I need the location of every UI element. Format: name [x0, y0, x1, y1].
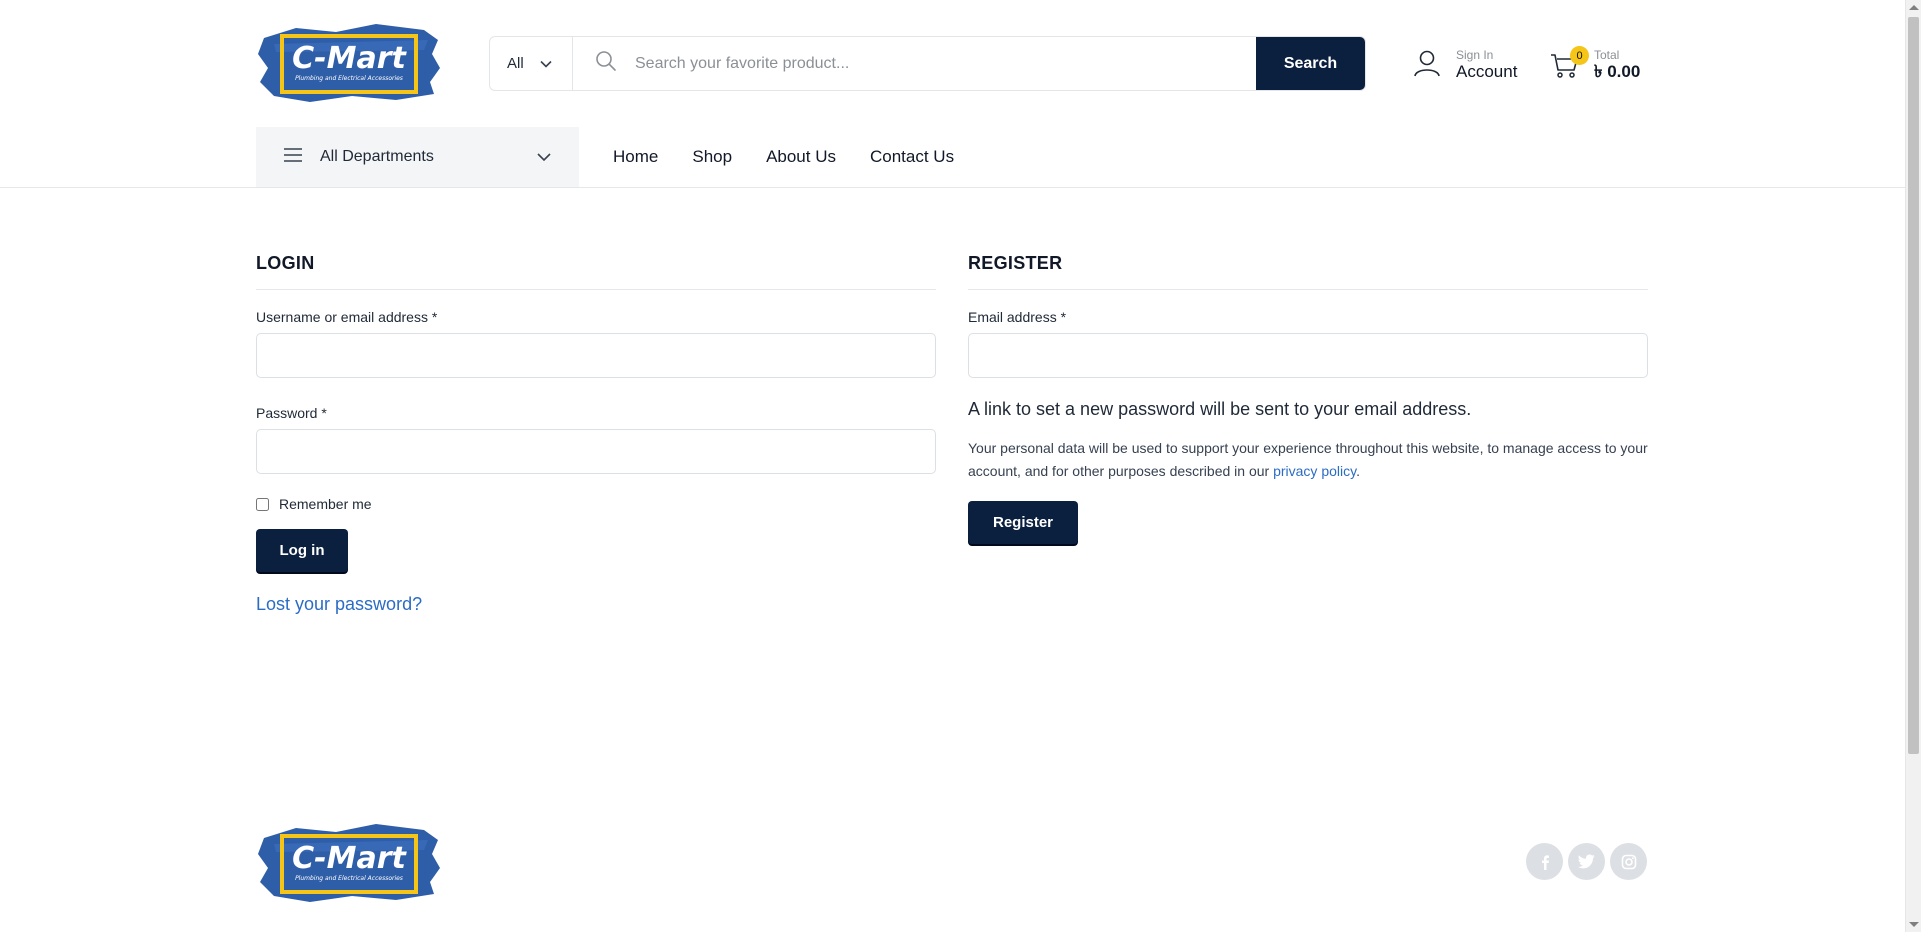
header: C-Mart Plumbing and Electrical Accessori… [256, 20, 1647, 120]
cart-total-value: ৳ 0.00 [1594, 62, 1641, 82]
nav-home[interactable]: Home [613, 147, 658, 167]
nav-row: All Departments Home Shop About Us Conta… [256, 127, 1647, 187]
login-title: LOGIN [256, 253, 936, 290]
account-link[interactable]: Sign In Account [1412, 45, 1532, 85]
search-input[interactable] [635, 54, 1256, 73]
privacy-policy-link[interactable]: privacy policy [1273, 463, 1356, 479]
all-departments-label: All Departments [320, 148, 434, 165]
footer-logo-tagline: Plumbing and Electrical Accessories [295, 875, 403, 882]
main-nav: Home Shop About Us Contact Us [613, 127, 954, 187]
account-label: Account [1456, 62, 1518, 82]
header-divider [0, 187, 1905, 188]
cart-total-label: Total [1594, 47, 1620, 62]
login-form: LOGIN Username or email address * Passwo… [256, 253, 936, 615]
password-label: Password * [256, 405, 327, 421]
privacy-notice-end: . [1356, 463, 1360, 479]
remember-me-checkbox[interactable] [256, 497, 269, 511]
cart-link[interactable]: 0 Total ৳ 0.00 [1550, 45, 1647, 85]
cart-icon-wrap: 0 [1550, 46, 1589, 80]
footer-logo-wordmark: C-Mart [292, 841, 407, 876]
email-label: Email address * [968, 309, 1067, 325]
page: C-Mart Plumbing and Electrical Accessori… [0, 0, 1905, 932]
instagram-icon[interactable] [1610, 843, 1647, 880]
facebook-icon[interactable] [1526, 843, 1563, 880]
register-title: REGISTER [968, 253, 1648, 290]
username-field[interactable] [256, 333, 936, 378]
register-form: REGISTER Email address * A link to set a… [968, 253, 1648, 544]
footer-logo[interactable]: C-Mart Plumbing and Electrical Accessori… [256, 820, 442, 904]
all-departments-toggle[interactable]: All Departments [256, 127, 579, 187]
email-field[interactable] [968, 333, 1648, 378]
scroll-up-arrow-icon[interactable] [1909, 5, 1919, 10]
search-bar: All Search [489, 36, 1366, 91]
search-input-wrap [573, 37, 1256, 90]
twitter-icon[interactable] [1568, 843, 1605, 880]
sign-in-label: Sign In [1456, 47, 1494, 62]
password-field[interactable] [256, 429, 936, 474]
category-select-value: All [507, 55, 524, 72]
login-button[interactable]: Log in [256, 529, 348, 572]
logo-wordmark: C-Mart [292, 41, 407, 76]
user-icon [1412, 48, 1442, 83]
chevron-down-icon [537, 148, 551, 166]
password-link-note: A link to set a new password will be sen… [968, 399, 1472, 419]
cart-text: Total ৳ 0.00 [1594, 49, 1640, 81]
search-button[interactable]: Search [1256, 37, 1365, 90]
search-icon [595, 50, 617, 77]
scroll-down-arrow-icon[interactable] [1909, 922, 1919, 927]
username-label: Username or email address * [256, 309, 438, 325]
menu-icon [284, 147, 302, 167]
site-logo[interactable]: C-Mart Plumbing and Electrical Accessori… [256, 20, 442, 104]
nav-contact-us[interactable]: Contact Us [870, 147, 954, 167]
nav-shop[interactable]: Shop [692, 147, 732, 167]
cart-count-badge: 0 [1570, 46, 1589, 65]
cart-icon [1550, 54, 1580, 84]
register-button[interactable]: Register [968, 501, 1078, 544]
nav-about-us[interactable]: About Us [766, 147, 836, 167]
remember-me-row: Remember me [256, 496, 936, 512]
page-scrollbar[interactable] [1905, 0, 1921, 932]
chevron-down-icon [540, 55, 552, 72]
remember-me-label: Remember me [279, 496, 372, 512]
privacy-notice: Your personal data will be used to suppo… [968, 437, 1648, 483]
logo-tagline: Plumbing and Electrical Accessories [295, 75, 403, 82]
account-text: Sign In Account [1456, 49, 1517, 81]
lost-password-link[interactable]: Lost your password? [256, 594, 422, 615]
scroll-thumb[interactable] [1908, 17, 1919, 754]
category-select[interactable]: All [490, 37, 573, 90]
